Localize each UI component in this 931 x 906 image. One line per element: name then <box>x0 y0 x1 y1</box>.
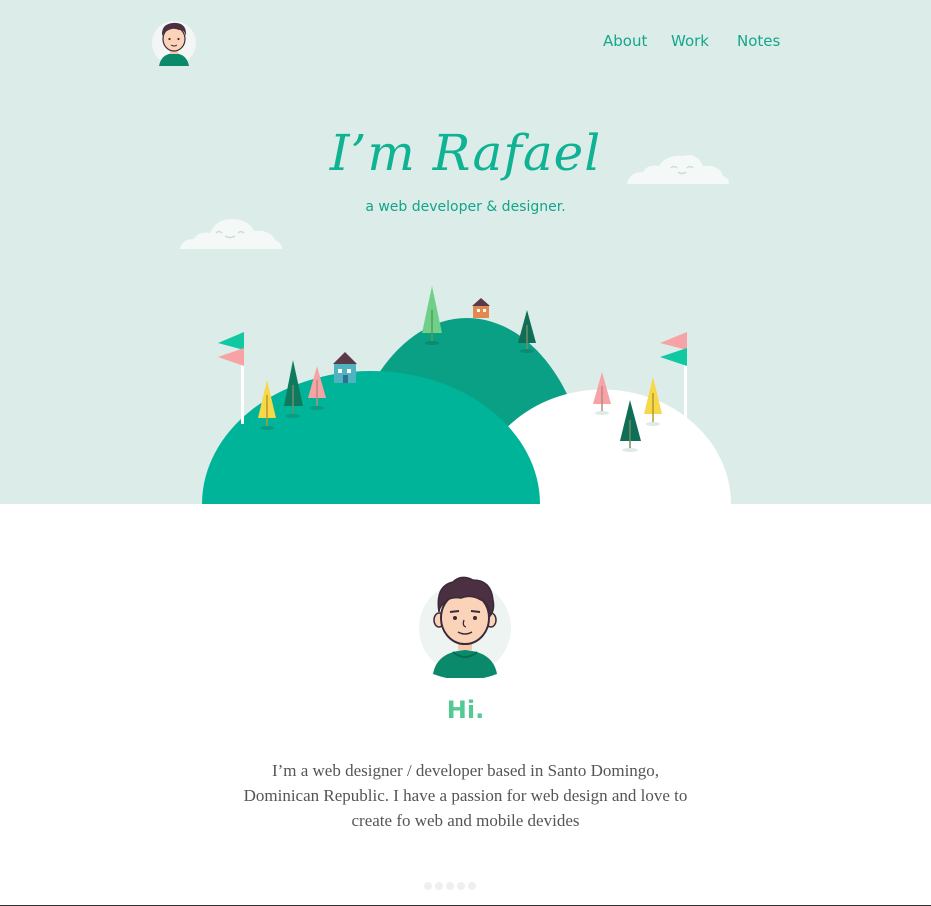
pagination-dot[interactable] <box>435 882 443 890</box>
house-icon <box>333 352 357 383</box>
hills-illustration <box>202 286 731 504</box>
flag-icon <box>218 332 244 424</box>
pagination-dot[interactable] <box>457 882 465 890</box>
pagination-dot[interactable] <box>446 882 454 890</box>
house-icon <box>472 298 490 318</box>
bio-text: I’m a web designer / developer based in … <box>243 761 688 830</box>
pagination-dots <box>424 882 484 890</box>
avatar-icon <box>419 576 511 678</box>
pagination-dot[interactable] <box>424 882 432 890</box>
page: About Work Notes I’m Rafael a web develo… <box>0 0 931 906</box>
greeting-heading: Hi. <box>446 696 485 724</box>
hero-section: About Work Notes I’m Rafael a web develo… <box>0 0 931 504</box>
about-section: Hi. I’m a web designer / developer based… <box>0 504 931 906</box>
pagination-dot[interactable] <box>468 882 476 890</box>
